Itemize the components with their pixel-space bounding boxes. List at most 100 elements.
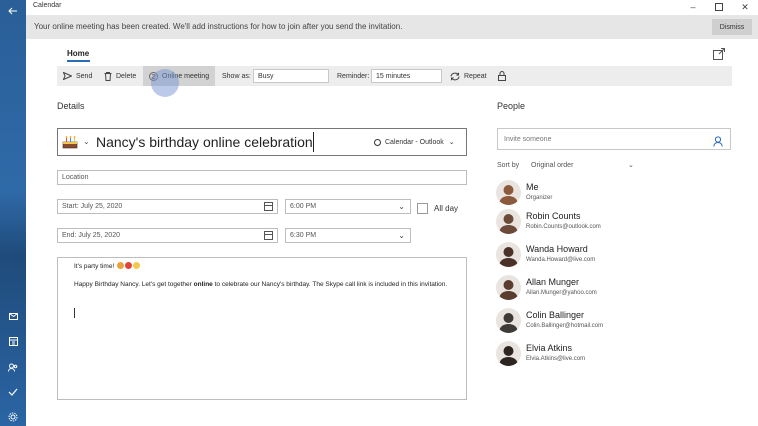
attendee-row[interactable]: Allan Munger Allan.Munger@yahoo.com [494,275,734,303]
calendar-window: Calendar – ✕ Your online meeting has bee… [0,0,758,426]
toolbar: Send Delete Online meeting Show as: Busy… [57,66,732,97]
send-icon [63,72,72,80]
location-field[interactable]: Location [57,170,467,185]
all-day-checkbox[interactable] [417,203,428,214]
dismiss-button[interactable]: Dismiss [712,19,752,35]
chevron-down-icon[interactable]: ⌄ [83,137,90,146]
balloon-icon [125,262,133,269]
event-body-editor[interactable]: It's party time! Happy Birthday Nancy. L… [57,257,467,400]
calendar-select[interactable]: Calendar - Outlook ⌄ [374,138,455,146]
maximize-icon[interactable] [706,0,732,14]
close-icon[interactable]: ✕ [732,0,758,14]
body-line1-text: It's party time! [74,263,115,270]
reminder-select[interactable]: 15 minutes [371,69,442,83]
back-arrow-icon[interactable] [0,0,26,22]
body-post-text: to celebrate our Nancy's birthday. The S… [212,281,448,288]
left-rail [0,0,26,426]
attendee-email: Colin.Ballinger@hotmail.com [526,323,604,329]
attendee-row[interactable]: Colin Ballinger Colin.Ballinger@hotmail.c… [494,308,734,336]
attendee-email: Allan.Munger@yahoo.com [526,290,597,296]
birthday-cake-icon[interactable] [62,135,78,154]
all-day-label: All day [434,204,459,213]
start-time-select[interactable]: 6:00 PM ⌄ [285,199,411,214]
attendee-email: Organizer [526,195,553,201]
mail-icon[interactable] [0,305,26,327]
text-caret [313,132,314,152]
minimize-icon[interactable]: – [680,0,706,14]
mouse-cursor-indicator [151,69,179,97]
avatar [496,308,521,333]
attendee-name: Wanda Howard [526,244,588,254]
date-picker-icon[interactable] [264,231,273,240]
party-face-icon [133,262,141,269]
chevron-down-icon: ⌄ [398,202,405,211]
avatar [496,275,521,300]
invite-placeholder: Invite someone [504,136,552,143]
todo-check-icon[interactable] [0,381,26,403]
party-popper-icon [117,262,125,269]
banner-message: Your online meeting has been created. We… [34,22,403,31]
repeat-label: Repeat [464,72,487,80]
chevron-down-icon: ⌄ [448,139,455,146]
attendee-name: Me [526,182,539,192]
tab-home[interactable]: Home [67,49,89,58]
calendar-select-label: Calendar - Outlook [385,138,444,146]
reminder-label: Reminder: [337,72,370,80]
attendee-name: Colin Ballinger [526,310,585,320]
end-date-field[interactable]: End: July 25, 2020 [57,228,278,243]
event-title-field[interactable]: ⌄ Nancy's birthday online celebration Ca… [57,128,467,156]
lock-icon[interactable] [498,66,510,86]
window-title: Calendar [33,2,62,9]
attendee-row[interactable]: Robin Counts Robin.Counts@outlook.com [494,209,734,237]
start-time-text: 6:00 PM [290,203,317,210]
attendee-email: Wanda.Howard@live.com [526,257,596,263]
attendee-name: Allan Munger [526,277,580,287]
trash-icon [104,71,112,81]
start-date-field[interactable]: Start: July 25, 2020 [57,199,278,214]
calendar-color-ring-icon [374,138,381,146]
end-date-text: End: July 25, 2020 [62,232,120,239]
date-picker-icon[interactable] [264,202,273,211]
people-icon[interactable] [0,356,26,378]
title-bar: Calendar – ✕ [26,0,758,14]
attendee-name: Elvia Atkins [526,343,573,353]
body-paragraph: Happy Birthday Nancy. Let's get together… [74,280,454,290]
people-heading: People [497,101,526,111]
attendee-row[interactable]: Wanda Howard Wanda.Howard@live.com [494,242,734,270]
show-as-select[interactable]: Busy [253,69,329,83]
event-title-text: Nancy's birthday online celebration [96,134,313,150]
attendee-name: Robin Counts [526,211,581,221]
avatar [496,242,521,267]
send-label: Send [76,72,93,80]
tab-home-underline [67,60,90,62]
show-as-label: Show as: [222,72,251,80]
end-time-select[interactable]: 6:30 PM ⌄ [285,228,411,243]
info-banner: Your online meeting has been created. We… [26,15,758,39]
sort-by-label: Sort by [497,162,520,169]
attendee-row[interactable]: Me Organizer [494,180,734,208]
end-time-text: 6:30 PM [290,232,317,239]
person-add-icon[interactable] [713,134,723,152]
start-date-text: Start: July 25, 2020 [62,203,123,210]
calendar-icon[interactable] [0,330,26,352]
delete-button[interactable]: Delete [104,66,136,86]
avatar [496,341,521,366]
body-pre-text: Happy Birthday Nancy. Let's get together [74,281,194,288]
attendee-row[interactable]: Elvia Atkins Elvia.Atkins@live.com [494,341,734,369]
attendee-email: Elvia.Atkins@live.com [526,356,586,362]
sort-by-select[interactable]: Original order [531,162,573,169]
avatar [496,209,521,234]
send-button[interactable]: Send [63,66,92,86]
attendee-email: Robin.Counts@outlook.com [526,224,601,230]
chevron-down-icon: ⌄ [398,231,405,240]
invite-someone-input[interactable]: Invite someone [497,128,731,150]
delete-label: Delete [116,72,137,80]
popout-icon[interactable] [713,47,725,60]
chevron-down-icon[interactable]: ⌄ [628,161,634,169]
details-heading: Details [57,101,85,111]
repeat-button[interactable]: Repeat [450,66,487,86]
avatar [496,180,521,205]
settings-gear-icon[interactable] [0,406,26,426]
repeat-icon [450,72,460,80]
body-bold-text: online [193,281,213,288]
